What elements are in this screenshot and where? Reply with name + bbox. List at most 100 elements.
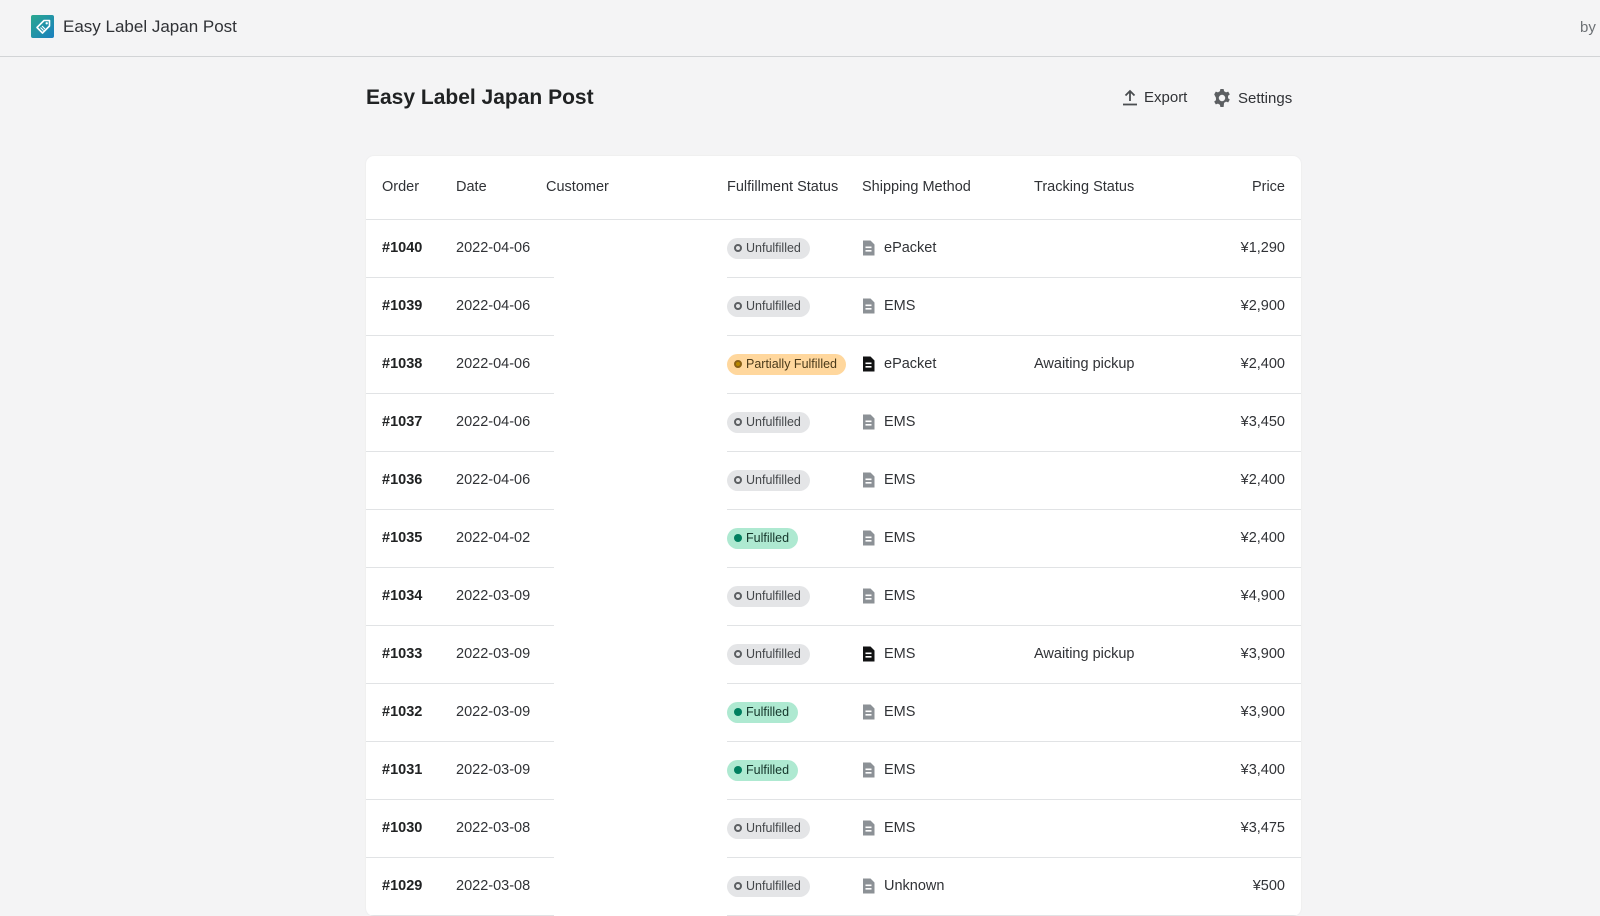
- tracking-status: [1034, 451, 1199, 510]
- fulfillment-cell: Unfulfilled: [727, 219, 862, 278]
- shipping-method-text: EMS: [884, 472, 916, 488]
- order-number[interactable]: #1029: [366, 857, 456, 916]
- order-date: 2022-03-08: [456, 799, 546, 858]
- order-number[interactable]: #1035: [366, 509, 456, 568]
- shipping-label-document-icon[interactable]: [862, 472, 875, 488]
- order-price: ¥4,900: [1199, 567, 1301, 626]
- fulfillment-status-badge: Unfulfilled: [727, 295, 810, 317]
- table-row[interactable]: #1029 2022-03-08 Unfulfilled Unknown ¥500: [366, 857, 1301, 916]
- shipping-cell: Unknown: [862, 857, 1034, 916]
- table-row[interactable]: #1032 2022-03-09 Fulfilled EMS ¥3,900: [366, 683, 1301, 742]
- shipping-cell: EMS: [862, 683, 1034, 742]
- fulfillment-status-badge: Unfulfilled: [727, 237, 810, 259]
- order-number[interactable]: #1030: [366, 799, 456, 858]
- order-price: ¥2,400: [1199, 509, 1301, 568]
- column-header-date[interactable]: Date: [456, 156, 546, 220]
- shipping-cell: EMS: [862, 451, 1034, 510]
- customer-name: [546, 741, 727, 800]
- table-row[interactable]: #1034 2022-03-09 Unfulfilled EMS ¥4,900: [366, 567, 1301, 626]
- fulfillment-status-badge: Fulfilled: [727, 701, 799, 723]
- orders-table: Order Date Customer Fulfillment Status S…: [366, 156, 1301, 916]
- customer-name: [546, 857, 727, 916]
- order-date: 2022-04-02: [456, 509, 546, 568]
- shipping-cell: EMS: [862, 509, 1034, 568]
- status-dot-icon: [734, 882, 742, 890]
- fulfillment-status-badge: Fulfilled: [727, 527, 799, 549]
- fulfillment-cell: Unfulfilled: [727, 393, 862, 452]
- export-button[interactable]: Export: [1122, 88, 1187, 106]
- shipping-method-text: EMS: [884, 762, 916, 778]
- table-row[interactable]: #1037 2022-04-06 Unfulfilled EMS ¥3,450: [366, 393, 1301, 452]
- order-number[interactable]: #1040: [366, 219, 456, 278]
- shipping-label-document-icon[interactable]: [862, 646, 875, 662]
- fulfillment-cell: Unfulfilled: [727, 857, 862, 916]
- shipping-label-document-icon[interactable]: [862, 298, 875, 314]
- status-dot-icon: [734, 592, 742, 600]
- column-header-fulfillment-status[interactable]: Fulfillment Status: [727, 156, 862, 220]
- shipping-label-document-icon[interactable]: [862, 356, 875, 372]
- shipping-label-document-icon[interactable]: [862, 240, 875, 256]
- order-number[interactable]: #1036: [366, 451, 456, 510]
- table-header-row: Order Date Customer Fulfillment Status S…: [366, 156, 1301, 220]
- order-number[interactable]: #1033: [366, 625, 456, 684]
- table-row[interactable]: #1038 2022-04-06 Partially Fulfilled ePacke…: [366, 335, 1301, 394]
- app-name: Easy Label Japan Post: [63, 17, 237, 36]
- column-header-customer[interactable]: Customer: [546, 156, 727, 220]
- order-number[interactable]: #1031: [366, 741, 456, 800]
- fulfillment-cell: Unfulfilled: [727, 567, 862, 626]
- shipping-label-document-icon[interactable]: [862, 820, 875, 836]
- order-number[interactable]: #1037: [366, 393, 456, 452]
- upload-icon: [1123, 89, 1137, 106]
- order-date: 2022-03-08: [456, 857, 546, 916]
- column-header-price[interactable]: Price: [1199, 156, 1301, 220]
- customer-name: [546, 625, 727, 684]
- shipping-method-text: EMS: [884, 646, 916, 662]
- column-header-order[interactable]: Order: [366, 156, 456, 220]
- shipping-label-document-icon[interactable]: [862, 878, 875, 894]
- tracking-status: Awaiting pickup: [1034, 625, 1199, 684]
- order-number[interactable]: #1038: [366, 335, 456, 394]
- fulfillment-cell: Fulfilled: [727, 683, 862, 742]
- table-row[interactable]: #1035 2022-04-02 Fulfilled EMS ¥2,400: [366, 509, 1301, 568]
- column-header-shipping-method[interactable]: Shipping Method: [862, 156, 1034, 220]
- tracking-status: [1034, 219, 1199, 278]
- table-row[interactable]: #1030 2022-03-08 Unfulfilled EMS ¥3,475: [366, 799, 1301, 858]
- status-dot-icon: [734, 476, 742, 484]
- table-row[interactable]: #1040 2022-04-06 Unfulfilled ePacket ¥1,290: [366, 219, 1301, 278]
- shipping-cell: EMS: [862, 625, 1034, 684]
- shipping-label-document-icon[interactable]: [862, 530, 875, 546]
- tracking-status: [1034, 799, 1199, 858]
- table-row[interactable]: #1039 2022-04-06 Unfulfilled EMS ¥2,900: [366, 277, 1301, 336]
- order-number[interactable]: #1032: [366, 683, 456, 742]
- shipping-method-text: EMS: [884, 704, 916, 720]
- fulfillment-cell: Unfulfilled: [727, 799, 862, 858]
- fulfillment-status-text: Unfulfilled: [746, 588, 801, 603]
- tracking-status: [1034, 509, 1199, 568]
- customer-name: [546, 567, 727, 626]
- table-row[interactable]: #1036 2022-04-06 Unfulfilled EMS ¥2,400: [366, 451, 1301, 510]
- order-date: 2022-03-09: [456, 741, 546, 800]
- settings-button[interactable]: Settings: [1212, 88, 1292, 108]
- table-row[interactable]: #1031 2022-03-09 Fulfilled EMS ¥3,400: [366, 741, 1301, 800]
- status-dot-icon: [734, 302, 742, 310]
- shipping-label-document-icon[interactable]: [862, 588, 875, 604]
- shipping-label-document-icon[interactable]: [862, 704, 875, 720]
- shipping-label-document-icon[interactable]: [862, 414, 875, 430]
- fulfillment-status-text: Unfulfilled: [746, 820, 801, 835]
- tracking-status: [1034, 857, 1199, 916]
- column-header-tracking-status[interactable]: Tracking Status: [1034, 156, 1199, 220]
- settings-label: Settings: [1238, 89, 1293, 107]
- tracking-status: [1034, 277, 1199, 336]
- order-price: ¥3,900: [1199, 683, 1301, 742]
- order-price: ¥2,400: [1199, 451, 1301, 510]
- order-number[interactable]: #1039: [366, 277, 456, 336]
- fulfillment-status-text: Fulfilled: [746, 704, 790, 719]
- status-dot-icon: [734, 824, 742, 832]
- table-row[interactable]: #1033 2022-03-09 Unfulfilled EMS Awaiting pi…: [366, 625, 1301, 684]
- fulfillment-status-badge: Fulfilled: [727, 759, 799, 781]
- order-date: 2022-03-09: [456, 683, 546, 742]
- order-price: ¥3,475: [1199, 799, 1301, 858]
- order-number[interactable]: #1034: [366, 567, 456, 626]
- fulfillment-status-text: Unfulfilled: [746, 414, 801, 429]
- shipping-label-document-icon[interactable]: [862, 762, 875, 778]
